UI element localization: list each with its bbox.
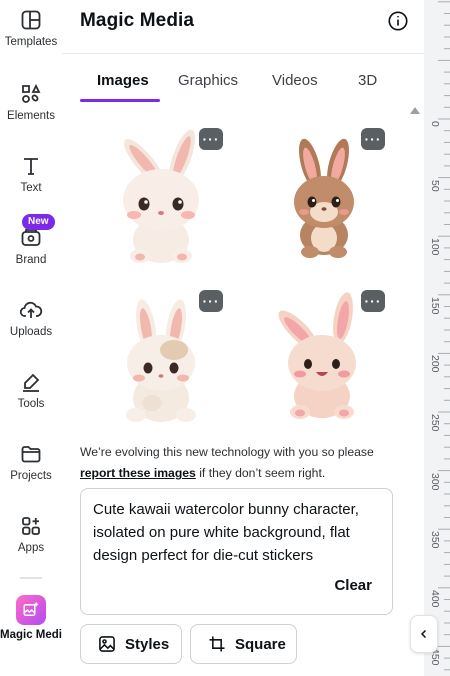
- text-icon: [24, 158, 38, 175]
- prompt-textarea[interactable]: Cute kawaii watercolor bunny character, …: [80, 488, 393, 615]
- rail-label: Magic Media: [0, 629, 69, 641]
- image-icon: [99, 636, 115, 652]
- rail-item-uploads[interactable]: Uploads: [0, 298, 62, 338]
- ruler-label: 50: [429, 179, 441, 192]
- folder-icon: [21, 446, 41, 463]
- result-2-more-button[interactable]: ···: [361, 128, 385, 150]
- info-icon[interactable]: [387, 10, 409, 32]
- new-badge: New: [22, 214, 55, 230]
- tab-videos[interactable]: Videos: [272, 72, 318, 89]
- rail-item-text[interactable]: Text: [0, 154, 62, 194]
- ruler-label: 350: [429, 531, 441, 549]
- aspect-ratio-button[interactable]: Square: [190, 624, 297, 664]
- media-tabs: Images Graphics Videos 3D: [80, 64, 394, 102]
- pen-icon: [23, 373, 40, 392]
- panel-title: Magic Media: [80, 10, 195, 31]
- collapse-panel-button[interactable]: [410, 615, 438, 653]
- rail-item-apps[interactable]: Apps: [0, 514, 62, 554]
- ruler-label: 300: [429, 472, 441, 491]
- panel-divider: [62, 53, 424, 54]
- shapes-icon: [22, 83, 41, 103]
- ruler-label: 200: [429, 355, 441, 373]
- notice-text: We’re evolving this new technology with …: [80, 445, 374, 459]
- result-3-more-button[interactable]: ···: [199, 290, 223, 312]
- magic-media-panel: Magic Media Images Graphics Videos 3D ··…: [62, 0, 424, 676]
- report-images-link[interactable]: report these images: [80, 466, 196, 480]
- ruler-ticks: [438, 1, 450, 671]
- ruler-label: 250: [429, 414, 441, 432]
- left-rail: Templates Elements Text New Brand Upload…: [0, 0, 69, 676]
- rail-label: Uploads: [9, 326, 53, 338]
- ruler-label: 150: [429, 296, 441, 315]
- ruler-label: 400: [429, 589, 441, 608]
- cloud-upload-icon: [19, 301, 43, 318]
- tab-images[interactable]: Images: [97, 72, 149, 89]
- active-tab-indicator: [80, 99, 160, 102]
- clear-button[interactable]: Clear: [334, 577, 372, 594]
- chevron-left-icon: [420, 629, 427, 639]
- rail-label: Text: [20, 182, 42, 194]
- rail-item-magic-media[interactable]: Magic Media: [0, 595, 69, 641]
- tab-3d[interactable]: 3D: [358, 72, 377, 89]
- rail-item-brand[interactable]: New Brand: [0, 214, 62, 266]
- feedback-notice: We’re evolving this new technology with …: [80, 442, 410, 484]
- aspect-label: Square: [235, 635, 286, 653]
- rail-label: Tools: [17, 398, 45, 410]
- rail-item-projects[interactable]: Projects: [0, 442, 62, 482]
- rail-label: Projects: [10, 470, 52, 482]
- rail-item-elements[interactable]: Elements: [0, 82, 62, 122]
- notice-text: if they don’t seem right.: [195, 466, 326, 480]
- rail-item-tools[interactable]: Tools: [0, 370, 62, 410]
- ruler-label: 100: [429, 238, 441, 256]
- styles-button[interactable]: Styles: [80, 624, 182, 664]
- apps-icon: [22, 517, 40, 535]
- magic-media-icon: [16, 595, 46, 625]
- rail-label: Elements: [7, 110, 55, 122]
- result-4-more-button[interactable]: ···: [361, 290, 385, 312]
- rail-label: Templates: [4, 36, 58, 48]
- crop-icon: [209, 636, 225, 652]
- vertical-ruler: 0 50 100 150 200 250 300 350 400 450: [424, 0, 450, 676]
- result-1-more-button[interactable]: ···: [199, 128, 223, 150]
- rail-divider: [20, 577, 42, 579]
- layout-icon: [21, 10, 41, 30]
- rail-label: Apps: [17, 542, 45, 554]
- styles-label: Styles: [125, 635, 170, 653]
- prompt-text[interactable]: Cute kawaii watercolor bunny character, …: [93, 498, 383, 567]
- ruler-label: 0: [429, 121, 441, 127]
- rail-item-templates[interactable]: Templates: [0, 8, 62, 48]
- tab-graphics[interactable]: Graphics: [178, 72, 238, 89]
- scroll-up-arrow-icon[interactable]: [410, 107, 420, 114]
- rail-label: Brand: [15, 254, 47, 266]
